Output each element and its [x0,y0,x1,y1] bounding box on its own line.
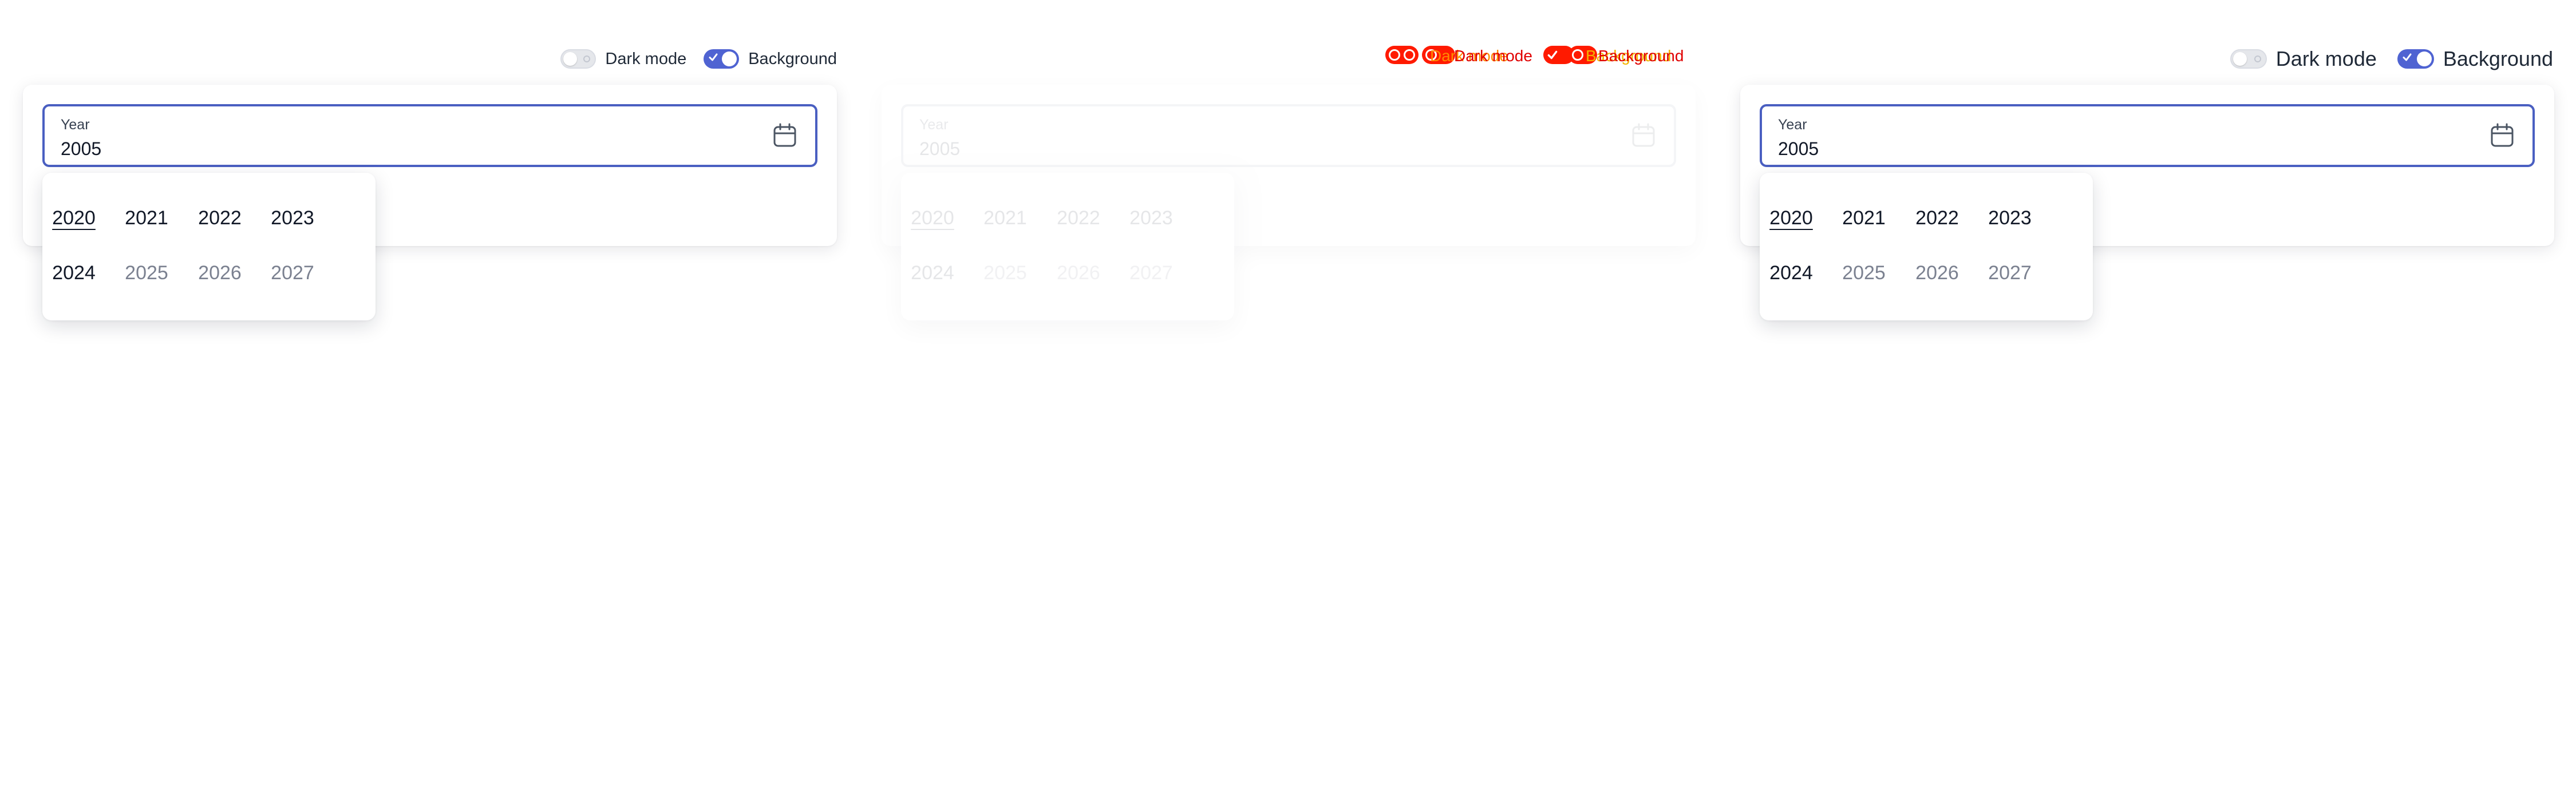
year-field-value: 2005 [919,138,961,159]
background-switch[interactable] [2397,49,2434,69]
year-dropdown: 2020 2021 2022 2023 2024 2025 2026 2027 [1760,173,2093,320]
check-icon [709,53,718,61]
dark-mode-toggle[interactable]: Dark mode [2230,47,2377,71]
year-option[interactable]: 2022 [1909,207,1966,229]
year-option[interactable]: 2024 [45,262,102,284]
year-option-disabled: 2025 [983,262,1027,284]
background-label: Background [748,49,837,68]
year-option[interactable]: 2021 [1835,207,1893,229]
year-field-value: 2005 [1778,138,1819,159]
dark-mode-label: Dark mode [605,49,687,68]
year-option[interactable]: 2022 [1050,207,1107,229]
year-option-disabled: 2027 [1988,262,2032,284]
dark-mode-switch[interactable] [2230,49,2267,69]
switch-off-indicator [583,55,591,62]
switch-knob [2416,51,2432,66]
year-option-selected[interactable]: 2020 [904,207,961,229]
year-field-label: Year [61,117,90,133]
year-option[interactable]: 2023 [1123,207,1180,229]
switch-knob [563,52,578,66]
year-option-selected[interactable]: 2020 [45,207,102,229]
year-option-selected[interactable]: 2020 [1763,207,1820,229]
switch-knob [722,51,737,66]
toggle-row: Dark mode Background [560,46,837,72]
year-dropdown: 2020 2021 2022 2023 2024 2025 2026 2027 [42,173,376,320]
year-option-disabled: 2027 [271,262,314,284]
background-label: Background [2443,47,2553,70]
year-option[interactable]: 2024 [904,262,961,284]
year-option[interactable]: 2023 [264,207,321,229]
year-option-disabled: 2025 [125,262,168,284]
year-option[interactable]: 2021 [118,207,175,229]
year-option[interactable]: 2024 [1763,262,1820,284]
dark-mode-switch[interactable] [560,49,596,69]
year-field[interactable]: Year 2005 [1760,104,2535,167]
year-option[interactable]: 2021 [977,207,1034,229]
background-toggle[interactable]: Background [704,49,837,69]
panel-2: Dark mode Dark mode Background Backgroun… [859,0,1717,355]
calendar-icon[interactable] [1630,122,1657,149]
dark-mode-toggle[interactable]: Dark mode [560,49,686,69]
year-option-disabled: 2027 [1129,262,1173,284]
year-option-disabled: 2026 [1057,262,1100,284]
calendar-icon[interactable] [772,122,798,149]
dark-mode-label: Dark mode [2275,47,2377,70]
toggle-row: Dark mode Background [2230,46,2553,72]
calendar-icon[interactable] [2489,122,2515,149]
year-option[interactable]: 2022 [191,207,248,229]
year-field[interactable]: Year 2005 [42,104,817,167]
switch-off-indicator [2254,55,2261,62]
check-icon [2403,53,2412,61]
year-field-label: Year [919,117,949,133]
switch-knob [2233,52,2247,66]
background-switch[interactable] [704,49,740,69]
year-dropdown: 2020 2021 2022 2023 2024 2025 2026 2027 [901,173,1234,320]
year-field-label: Year [1778,117,1807,133]
year-option-disabled: 2025 [1842,262,1886,284]
year-option-disabled: 2026 [1915,262,1959,284]
year-option[interactable]: 2023 [1981,207,2038,229]
panel-3: Dark mode Background Year 2005 2020 2021… [1717,0,2576,355]
year-field[interactable]: Year 2005 [901,104,1676,167]
faded-content: Year 2005 2020 2021 2022 2023 2024 2025 … [859,0,1717,355]
year-option-disabled: 2026 [198,262,242,284]
background-toggle[interactable]: Background [2397,47,2553,71]
panel-1: Dark mode Background Year 2005 2020 2021… [0,0,859,355]
year-field-value: 2005 [61,138,102,159]
